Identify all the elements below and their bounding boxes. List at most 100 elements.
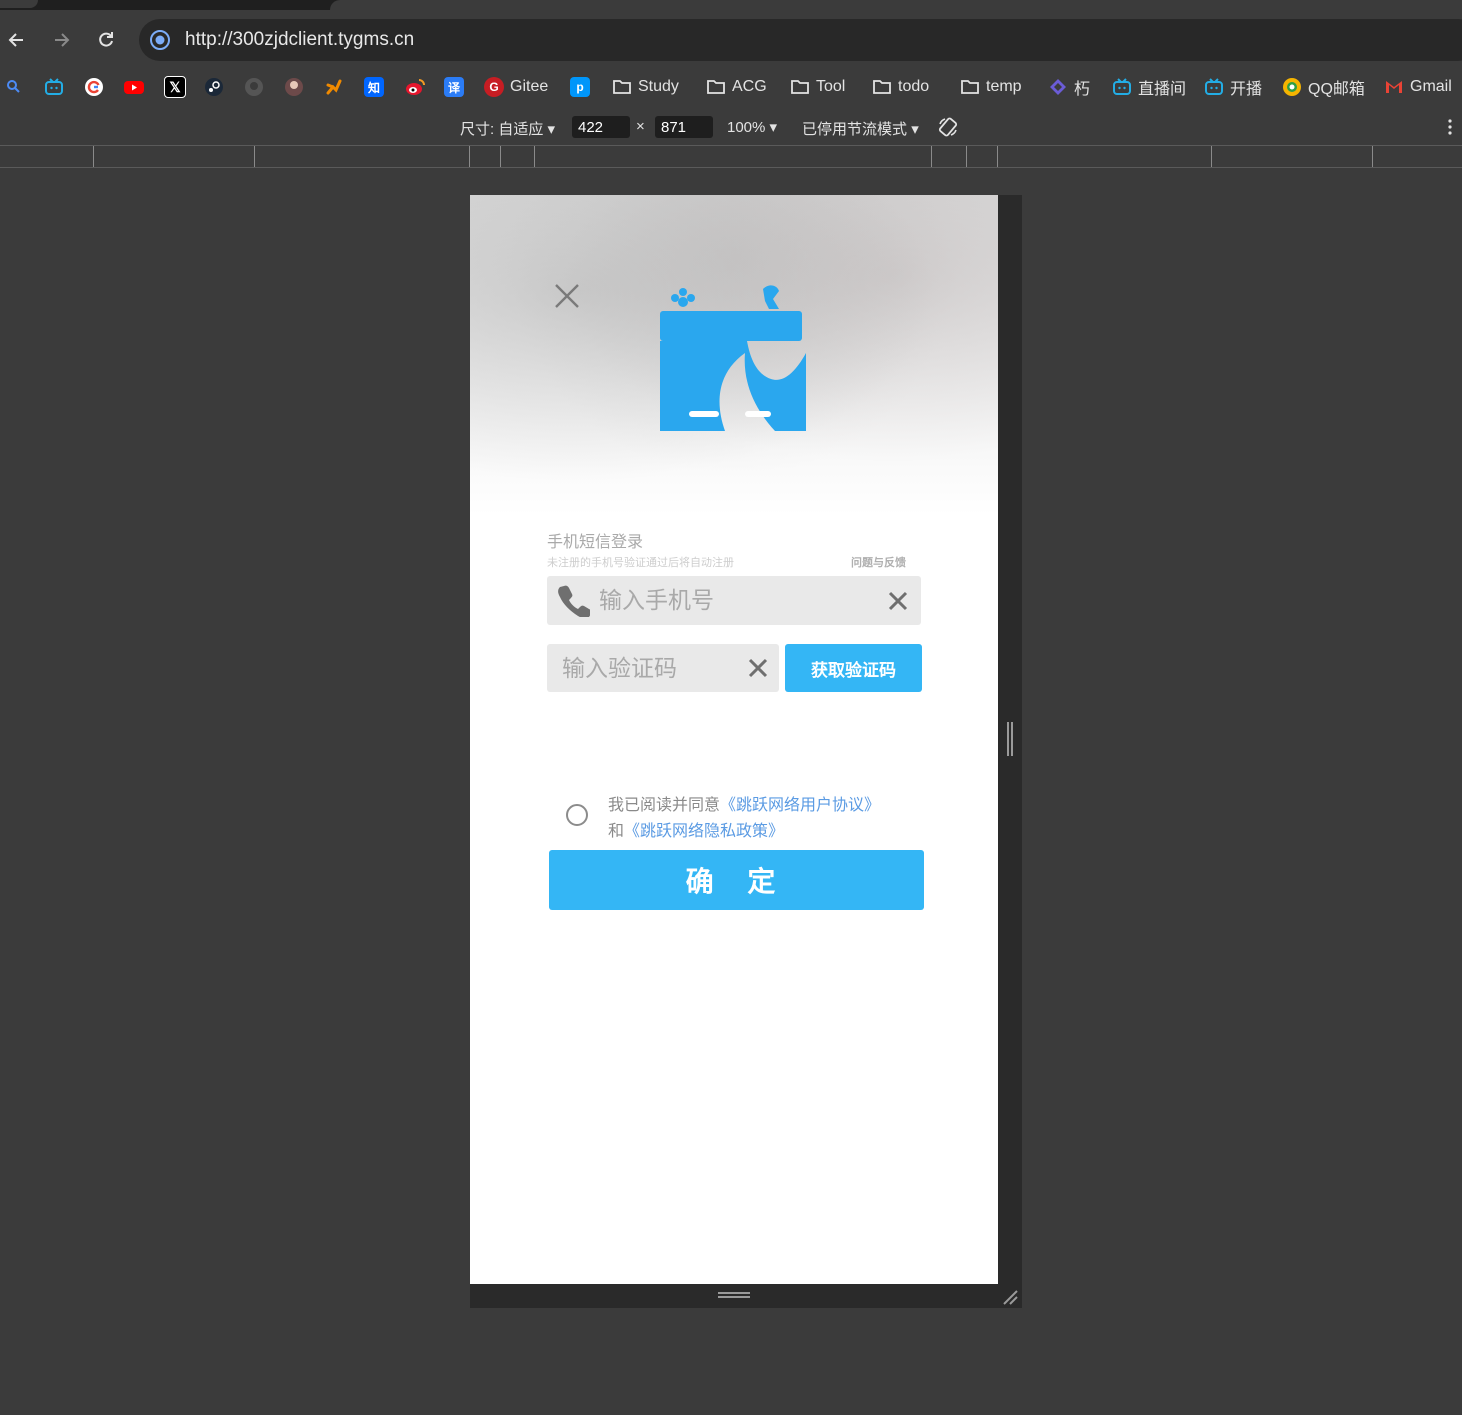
- bookmark-translate[interactable]: 译: [444, 74, 464, 100]
- bookmark-avatar[interactable]: [284, 74, 304, 100]
- address-bar[interactable]: http://300zjdclient.tygms.cn: [139, 19, 1462, 61]
- bookmark-label: 开播: [1230, 81, 1263, 98]
- phone-field: [547, 576, 921, 625]
- diamond-icon: [1050, 79, 1066, 95]
- bookmark-label: temp: [986, 78, 1022, 95]
- clear-phone-icon[interactable]: [888, 591, 908, 611]
- dimensions-select[interactable]: 尺寸: 自适应 ▾: [460, 118, 555, 139]
- bookmark-label: Gmail: [1410, 78, 1452, 95]
- bookmark-label: 朽: [1074, 81, 1091, 98]
- bookmark-youtube[interactable]: [123, 74, 145, 100]
- url-text[interactable]: http://300zjdclient.tygms.cn: [185, 29, 414, 51]
- agreement-text-line2: 和《跳跃网络隐私政策》: [608, 817, 784, 841]
- bookmark-folder-todo[interactable]: todo: [872, 74, 929, 100]
- close-icon[interactable]: [552, 281, 582, 311]
- code-input[interactable]: [560, 652, 744, 686]
- width-input[interactable]: [572, 116, 630, 138]
- bookmark-steam[interactable]: [204, 74, 224, 100]
- bookmark-label: Tool: [816, 78, 846, 95]
- bookmark-folder-acg[interactable]: ACG: [706, 74, 767, 100]
- bookmark-github[interactable]: [244, 74, 264, 100]
- bookmark-start-live[interactable]: 开播: [1204, 74, 1262, 100]
- bookmark-qqmail[interactable]: QQ邮箱: [1282, 74, 1365, 100]
- site-logo: [660, 285, 806, 431]
- chevron-down-icon: ▾: [769, 119, 778, 136]
- times-sign: ×: [636, 118, 645, 135]
- folder-icon: [707, 80, 725, 94]
- back-button[interactable]: [2, 25, 32, 55]
- bookmark-gitee[interactable]: G Gitee: [484, 74, 548, 100]
- chevron-down-icon: ▾: [547, 121, 556, 138]
- bookmark-label: Study: [638, 78, 679, 95]
- folder-icon: [613, 80, 631, 94]
- phone-input[interactable]: [597, 584, 881, 618]
- height-input[interactable]: [655, 116, 713, 138]
- bookmark-search[interactable]: [6, 74, 22, 100]
- google-icon: [85, 78, 103, 96]
- bookmark-live-room[interactable]: 直播间: [1112, 74, 1186, 100]
- confirm-button[interactable]: 确 定: [549, 850, 924, 910]
- media-query-ruler: [0, 145, 1462, 168]
- more-options-icon[interactable]: [1444, 118, 1456, 136]
- gitee-icon: G: [484, 77, 504, 97]
- agree-prefix: 我已阅读并同意: [608, 795, 721, 814]
- feedback-link[interactable]: 问题与反馈: [851, 554, 906, 570]
- browser-toolbar: http://300zjdclient.tygms.cn: [0, 10, 1462, 68]
- avatar-icon: [285, 78, 303, 96]
- active-tab[interactable]: [330, 0, 1462, 10]
- bookmark-folder-tool[interactable]: Tool: [790, 74, 845, 100]
- folder-icon: [791, 80, 809, 94]
- bookmark-gmail[interactable]: Gmail: [1384, 74, 1452, 100]
- clear-code-icon[interactable]: [748, 658, 768, 678]
- bookmark-bilibili[interactable]: [44, 74, 64, 100]
- github-icon: [245, 78, 263, 96]
- code-field: [547, 644, 779, 692]
- user-agreement-link[interactable]: 《跳跃网络用户协议》: [720, 795, 880, 814]
- weibo-icon: [406, 79, 425, 95]
- device-toolbar: 尺寸: 自适应 ▾ × 100% ▾ 已停用节流模式 ▾: [0, 108, 1462, 146]
- bilibili-icon: [1205, 78, 1223, 95]
- zoom-label: 100%: [727, 119, 766, 136]
- throttle-select[interactable]: 已停用节流模式 ▾: [802, 118, 919, 139]
- bookmark-pixiv[interactable]: p: [570, 74, 590, 100]
- arrow-right-icon: [55, 33, 70, 47]
- arrow-left-icon: [8, 33, 23, 47]
- login-title: 手机短信登录: [547, 532, 644, 551]
- gmail-icon: [1386, 81, 1402, 93]
- throttle-label: 已停用节流模式: [802, 121, 908, 138]
- bookmark-zhihu[interactable]: 知: [364, 74, 384, 100]
- runner-icon: [326, 79, 342, 95]
- folder-icon: [873, 80, 891, 94]
- device-viewport: 手机短信登录 未注册的手机号验证通过后将自动注册 问题与反馈 获取验证码 我已阅…: [470, 195, 998, 1284]
- grip-vertical-icon[interactable]: [1007, 722, 1013, 756]
- bookmark-label: 直播间: [1138, 81, 1187, 98]
- forward-button[interactable]: [46, 25, 76, 55]
- resize-corner-icon[interactable]: [1000, 1287, 1020, 1307]
- agreement-text: 我已阅读并同意《跳跃网络用户协议》: [608, 791, 880, 815]
- agree-checkbox[interactable]: [566, 804, 588, 826]
- bookmark-label: Gitee: [510, 78, 549, 95]
- rotate-icon[interactable]: [937, 116, 959, 138]
- phone-icon: [558, 585, 590, 617]
- bookmark-xiu[interactable]: 朽: [1048, 74, 1090, 100]
- tab-strip: [0, 0, 1462, 10]
- site-info-icon[interactable]: [149, 29, 171, 51]
- bilibili-icon: [1113, 78, 1131, 95]
- bookmark-x[interactable]: 𝕏: [164, 74, 186, 100]
- bookmark-runner[interactable]: [324, 74, 344, 100]
- reload-button[interactable]: [91, 25, 121, 55]
- bookmark-google[interactable]: [84, 74, 104, 100]
- reload-icon: [99, 32, 113, 47]
- zoom-select[interactable]: 100% ▾: [727, 118, 777, 136]
- bookmark-folder-study[interactable]: Study: [612, 74, 679, 100]
- grip-horizontal-icon[interactable]: [718, 1292, 750, 1298]
- bookmark-weibo[interactable]: [404, 74, 426, 100]
- folder-icon: [961, 80, 979, 94]
- bookmark-label: todo: [898, 78, 930, 95]
- privacy-policy-link[interactable]: 《跳跃网络隐私政策》: [624, 821, 784, 840]
- zhihu-icon: 知: [364, 77, 384, 97]
- previous-tab[interactable]: [0, 0, 38, 8]
- youtube-icon: [124, 81, 144, 94]
- get-code-button[interactable]: 获取验证码: [785, 644, 922, 692]
- bookmark-folder-temp[interactable]: temp: [960, 74, 1022, 100]
